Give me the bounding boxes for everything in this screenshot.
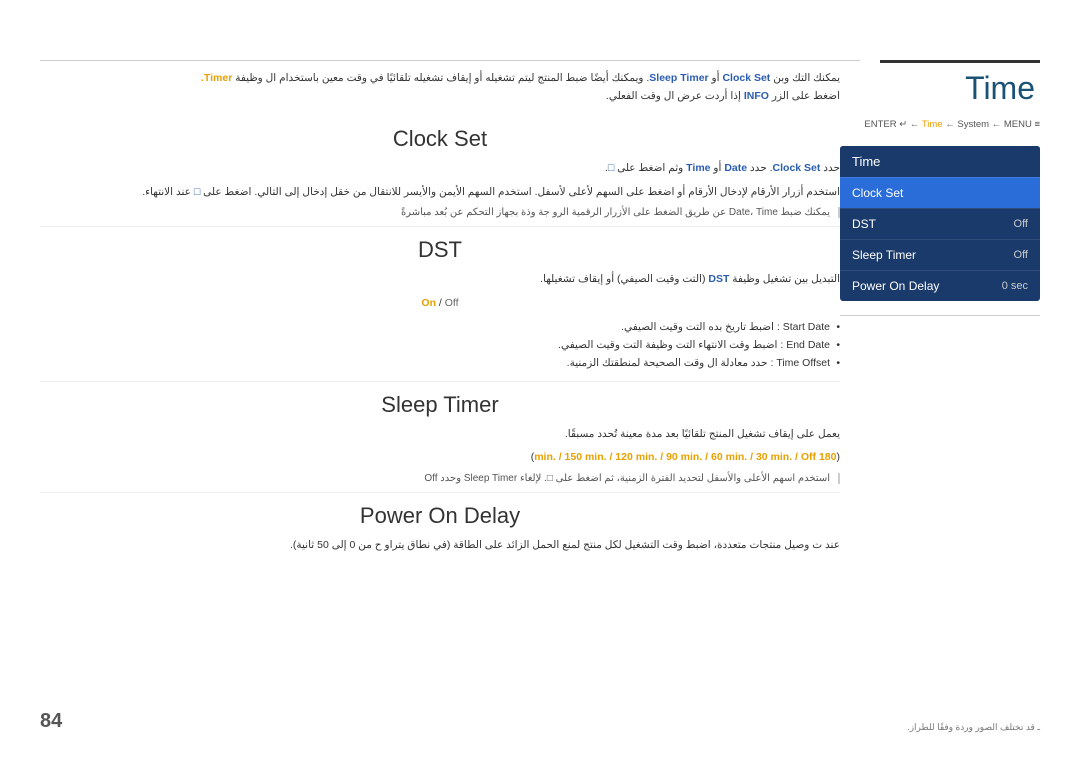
menu-item-sleep-timer-label: Sleep Timer (852, 248, 916, 262)
sleep-timer-body1: يعمل على إيقاف تشغيل المنتج تلقائيًا بعد… (40, 426, 840, 444)
dst-bullet-2: End Date : اضبط وقت الانتهاء التت وظيفة … (40, 337, 840, 355)
menu-item-sleep-timer[interactable]: Sleep Timer Off (840, 239, 1040, 270)
menu-item-clock-set-label: Clock Set (852, 186, 903, 200)
dst-on-off: On / Off (40, 295, 840, 313)
time-nav-label: Time (922, 119, 943, 130)
top-divider-left (40, 60, 860, 61)
divider-3 (40, 492, 840, 493)
intro-timer-label: Timer. (201, 72, 232, 84)
right-panel: Time ENTER ↵ ← Time ← System ← MENU ≡ Ti… (840, 70, 1040, 330)
nav-breadcrumb: ENTER ↵ ← Time ← System ← MENU ≡ (840, 119, 1040, 130)
page-number: 84 (40, 710, 62, 733)
top-divider-right (880, 60, 1040, 63)
arrow-left-3: ← (992, 119, 1004, 130)
arrow-left-1: ← (910, 119, 922, 130)
clock-set-body2: استخدم أزرار الأرقام لإدخال الأرقام أو ا… (40, 184, 840, 202)
menu-nav-label: MENU ≡ (1004, 119, 1040, 130)
clock-set-body1: حدد Clock Set. حدد Date أو Time وثم اضغط… (40, 160, 840, 178)
menu-item-dst[interactable]: DST Off (840, 208, 1040, 239)
power-on-delay-body1: عند ت وصيل منتجات متعددة، اضبط وقت التشغ… (40, 537, 840, 555)
sleep-timer-note: استخدم اسهم الأعلى والأسفل لتحديد الفترة… (60, 473, 840, 484)
intro-text-line1: يمكنك التك وبن Clock Set أو Sleep Timer.… (235, 72, 840, 84)
menu-item-power-on-delay-value: 0 sec (1002, 280, 1028, 292)
right-panel-divider (840, 315, 1040, 316)
dst-bullet-3: Time Offset : حدد معادلة ال وقت الصحيحة … (40, 355, 840, 373)
page-title: Time (840, 70, 1040, 107)
sleep-timer-title: Sleep Timer (40, 392, 840, 418)
menu-item-dst-value: Off (1014, 218, 1028, 230)
menu-panel: Time Clock Set DST Off Sleep Timer Off P… (840, 146, 1040, 301)
menu-item-dst-label: DST (852, 217, 876, 231)
enter-label: ENTER ↵ (864, 119, 907, 130)
divider-2 (40, 381, 840, 382)
dst-body1: التبديل بين تشغيل وظيفة DST (التت وقيت ا… (40, 271, 840, 289)
power-on-delay-title: Power On Delay (40, 503, 840, 529)
clock-set-note: يمكنك ضبط Date، Time عن طريق الضغط على ا… (60, 207, 840, 218)
main-content: يمكنك التك وبن Clock Set أو Sleep Timer.… (40, 70, 840, 703)
menu-header: Time (840, 146, 1040, 177)
bottom-note: ـ قد تختلف الصور وردة وفقًا للطراز. (840, 722, 1040, 733)
clock-set-title: Clock Set (40, 126, 840, 152)
menu-item-power-on-delay-label: Power On Delay (852, 279, 939, 293)
system-nav-label: System (957, 119, 989, 130)
intro-paragraph: يمكنك التك وبن Clock Set أو Sleep Timer.… (40, 70, 840, 106)
dst-bullet-1: Start Date : اضبط تاريخ بده التت وقيت ال… (40, 319, 840, 337)
intro-text-line2: اضغط على الزر INFO إذا أردت عرض ال وقت ا… (606, 90, 840, 102)
dst-title: DST (40, 237, 840, 263)
arrow-left-2: ← (945, 119, 957, 130)
menu-item-clock-set[interactable]: Clock Set (840, 177, 1040, 208)
menu-item-power-on-delay[interactable]: Power On Delay 0 sec (840, 270, 1040, 301)
divider-1 (40, 226, 840, 227)
menu-item-sleep-timer-value: Off (1014, 249, 1028, 261)
sleep-timer-options: (180 min. / 150 min. / 120 min. / 90 min… (40, 449, 840, 467)
